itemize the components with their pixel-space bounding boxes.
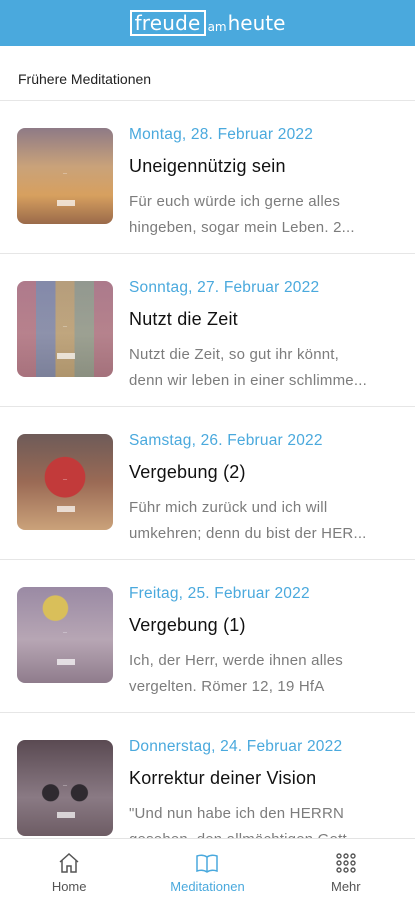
tab-label: Mehr <box>331 879 361 894</box>
item-excerpt: Führ mich zurück und ich will umkehren; … <box>129 499 367 542</box>
item-title: Korrektur deiner Vision <box>129 768 317 788</box>
item-date: Samstag, 26. Februar 2022 <box>129 432 323 449</box>
tab-meditationen[interactable]: Meditationen <box>138 839 276 900</box>
logo-word-2: am <box>207 20 227 34</box>
logo-word-1: freude <box>129 10 206 36</box>
meditation-item[interactable]: — Sonntag, 27. Februar 2022 Nutzt die Ze… <box>0 253 415 406</box>
trophy-thumbnail: — <box>17 587 113 683</box>
item-date: Freitag, 25. Februar 2022 <box>129 585 310 602</box>
home-icon <box>59 852 79 873</box>
item-date: Montag, 28. Februar 2022 <box>129 126 314 143</box>
logo-word-3: heute <box>227 11 286 35</box>
book-icon <box>196 854 219 873</box>
tab-label: Meditationen <box>170 879 245 894</box>
item-title: Vergebung (1) <box>129 615 246 635</box>
meditation-item[interactable]: — Montag, 28. Februar 2022 Uneigennützig… <box>0 100 415 253</box>
section-title: Frühere Meditationen <box>18 71 152 87</box>
item-excerpt: Nutzt die Zeit, so gut ihr könnt, denn w… <box>129 346 367 389</box>
item-title: Uneigennützig sein <box>129 156 286 176</box>
app-header: freude am heute <box>0 0 415 46</box>
sticky-notes-thumbnail: — <box>17 281 113 377</box>
tab-mehr[interactable]: Mehr <box>277 839 415 900</box>
item-title: Vergebung (2) <box>129 462 246 482</box>
brand-logo: freude am heute <box>129 10 286 36</box>
item-title: Nutzt die Zeit <box>129 309 238 329</box>
meditation-item[interactable]: — Freitag, 25. Februar 2022 Vergebung (1… <box>0 559 415 712</box>
bottom-tab-bar: Home Meditationen Mehr <box>0 838 415 900</box>
tab-home[interactable]: Home <box>0 839 138 900</box>
meditation-item[interactable]: — Donnerstag, 24. Februar 2022 Korrektur… <box>0 712 415 838</box>
meditation-list[interactable]: — Montag, 28. Februar 2022 Uneigennützig… <box>0 100 415 838</box>
item-excerpt: Für euch würde ich gerne alles hingeben,… <box>129 193 355 236</box>
item-date: Sonntag, 27. Februar 2022 <box>129 279 320 296</box>
item-date: Donnerstag, 24. Februar 2022 <box>129 738 343 755</box>
tab-label: Home <box>51 879 87 894</box>
item-excerpt: Ich, der Herr, werde ihnen alles vergelt… <box>129 652 344 695</box>
heart-hands-thumbnail: — <box>17 434 113 530</box>
item-excerpt: "Und nun habe ich den HERRN gesehen, den… <box>129 805 360 838</box>
grid-icon <box>336 853 356 873</box>
binoculars-thumbnail: — <box>17 740 113 836</box>
desert-sunset-thumbnail: — <box>17 128 113 224</box>
meditation-item[interactable]: — Samstag, 26. Februar 2022 Vergebung (2… <box>0 406 415 559</box>
